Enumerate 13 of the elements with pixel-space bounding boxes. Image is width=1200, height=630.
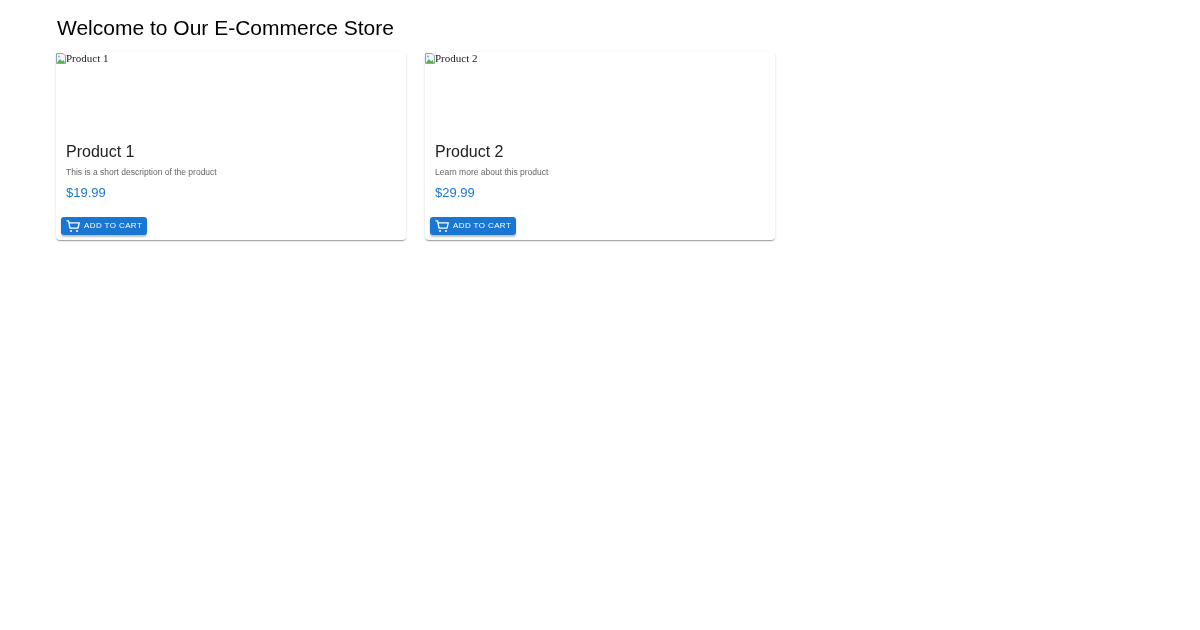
product-name: Product 2: [435, 142, 504, 162]
product-description: Learn more about this product: [435, 166, 549, 178]
product-name: Product 1: [66, 142, 135, 162]
image-alt-text: Product 1: [66, 52, 109, 65]
page-title: Welcome to Our E-Commerce Store: [57, 15, 394, 41]
image-alt-text: Product 2: [435, 52, 478, 65]
add-to-cart-button[interactable]: ADD TO CART: [61, 217, 148, 235]
product-price: $29.99: [435, 184, 475, 202]
shopping-cart-icon: [435, 219, 449, 233]
product-price: $19.99: [66, 184, 106, 202]
shopping-cart-icon: [66, 219, 80, 233]
add-to-cart-button[interactable]: ADD TO CART: [430, 217, 517, 235]
product-description: This is a short description of the product: [66, 166, 217, 178]
